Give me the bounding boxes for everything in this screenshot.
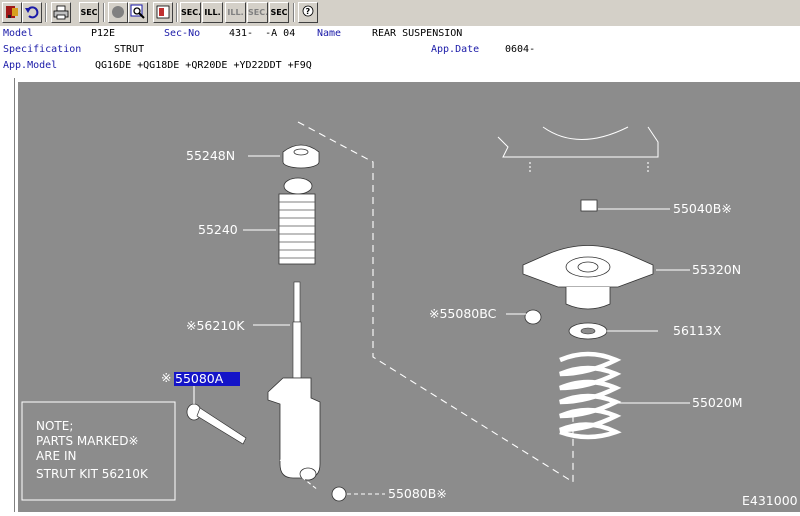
sec-list-icon[interactable]: SEC [79, 2, 99, 23]
guide-line [297, 121, 574, 483]
illustration-svg: 55248N 55240 ※56210K ※ 55080A 55040B※ 55… [21, 121, 798, 508]
label-55040B[interactable]: 55040B※ [673, 201, 732, 216]
name-value: REAR SUSPENSION [372, 28, 463, 39]
prev-ill-icon[interactable]: ILL. [202, 2, 223, 23]
label-55080A[interactable]: 55080A [175, 371, 224, 386]
label-56113X[interactable]: 56113X [673, 323, 722, 338]
part-55080BC-drawing[interactable] [524, 309, 542, 325]
catalog-icon[interactable] [153, 2, 173, 23]
model-label: Model [3, 28, 34, 39]
label-55240[interactable]: 55240 [198, 222, 238, 237]
svg-text:?: ? [306, 7, 311, 16]
model-value: P12E [91, 28, 116, 39]
secno-label: Sec-No [164, 28, 201, 39]
part-55080A-drawing[interactable] [186, 403, 247, 445]
illustration-id: E431000 [742, 493, 798, 508]
toolbar: SEC SEC. ILL. ILL. SEC. SEC ? [0, 0, 800, 27]
name-label: Name [317, 28, 342, 39]
undo-icon[interactable] [22, 2, 42, 23]
part-55040B-drawing[interactable] [580, 199, 598, 212]
toolbar-separator [45, 3, 47, 22]
label-55248N[interactable]: 55248N [186, 148, 235, 163]
exit-icon[interactable] [2, 2, 22, 23]
next-ill-icon[interactable]: ILL. [225, 2, 246, 23]
appdate-value: 0604- [505, 44, 536, 55]
appdate-label: App.Date [431, 44, 480, 55]
part-55240-drawing[interactable] [278, 177, 316, 265]
note-line-1: NOTE; [36, 419, 73, 433]
parts-illustration[interactable]: 55248N 55240 ※56210K ※ 55080A 55040B※ 55… [18, 82, 800, 512]
part-55080B-drawing[interactable] [331, 486, 347, 502]
appmodel-label: App.Model [3, 60, 58, 71]
label-55020M[interactable]: 55020M [692, 395, 743, 410]
prev-sec-icon[interactable]: SEC. [180, 2, 201, 23]
info-panel: Model P12E Sec-No 431- -A 04 Name REAR S… [0, 26, 800, 78]
frame-divider [14, 78, 17, 512]
spec-value: STRUT [114, 44, 145, 55]
part-55248N-drawing[interactable] [282, 144, 320, 169]
note-line-3: ARE IN [36, 449, 76, 463]
label-55080B[interactable]: 55080B※ [388, 486, 447, 501]
part-56113X-drawing[interactable] [568, 322, 608, 340]
part-56210K-drawing[interactable] [267, 281, 321, 481]
part-55320N-drawing[interactable] [522, 245, 654, 310]
secno-value: 431- -A 04 [229, 28, 296, 39]
drawing-frame: 55248N 55240 ※56210K ※ 55080A 55040B※ 55… [0, 78, 800, 512]
label-56210K[interactable]: ※56210K [186, 318, 245, 333]
toolbar-separator [103, 3, 105, 22]
search-icon[interactable] [128, 2, 148, 23]
toolbar-separator [176, 3, 178, 22]
print-icon[interactable] [51, 2, 71, 23]
sec-jump-icon[interactable]: SEC [269, 2, 289, 23]
label-55080BC[interactable]: ※55080BC [429, 306, 497, 321]
help-icon[interactable]: ? [298, 2, 318, 23]
appmodel-value: QG16DE +QG18DE +QR20DE +YD22DDT +F9Q [95, 60, 312, 71]
note-line-2: PARTS MARKED※ [36, 434, 139, 448]
next-sec-icon[interactable]: SEC. [247, 2, 268, 23]
spec-label: Specification [3, 44, 82, 55]
toolbar-separator [293, 3, 295, 22]
part-55020M-drawing[interactable] [559, 351, 622, 440]
body-panel [497, 126, 659, 158]
record-icon[interactable] [108, 2, 128, 23]
selected-prefix: ※ [161, 370, 171, 385]
label-55320N[interactable]: 55320N [692, 262, 741, 277]
note-line-4: STRUT KIT 56210K [36, 467, 149, 481]
